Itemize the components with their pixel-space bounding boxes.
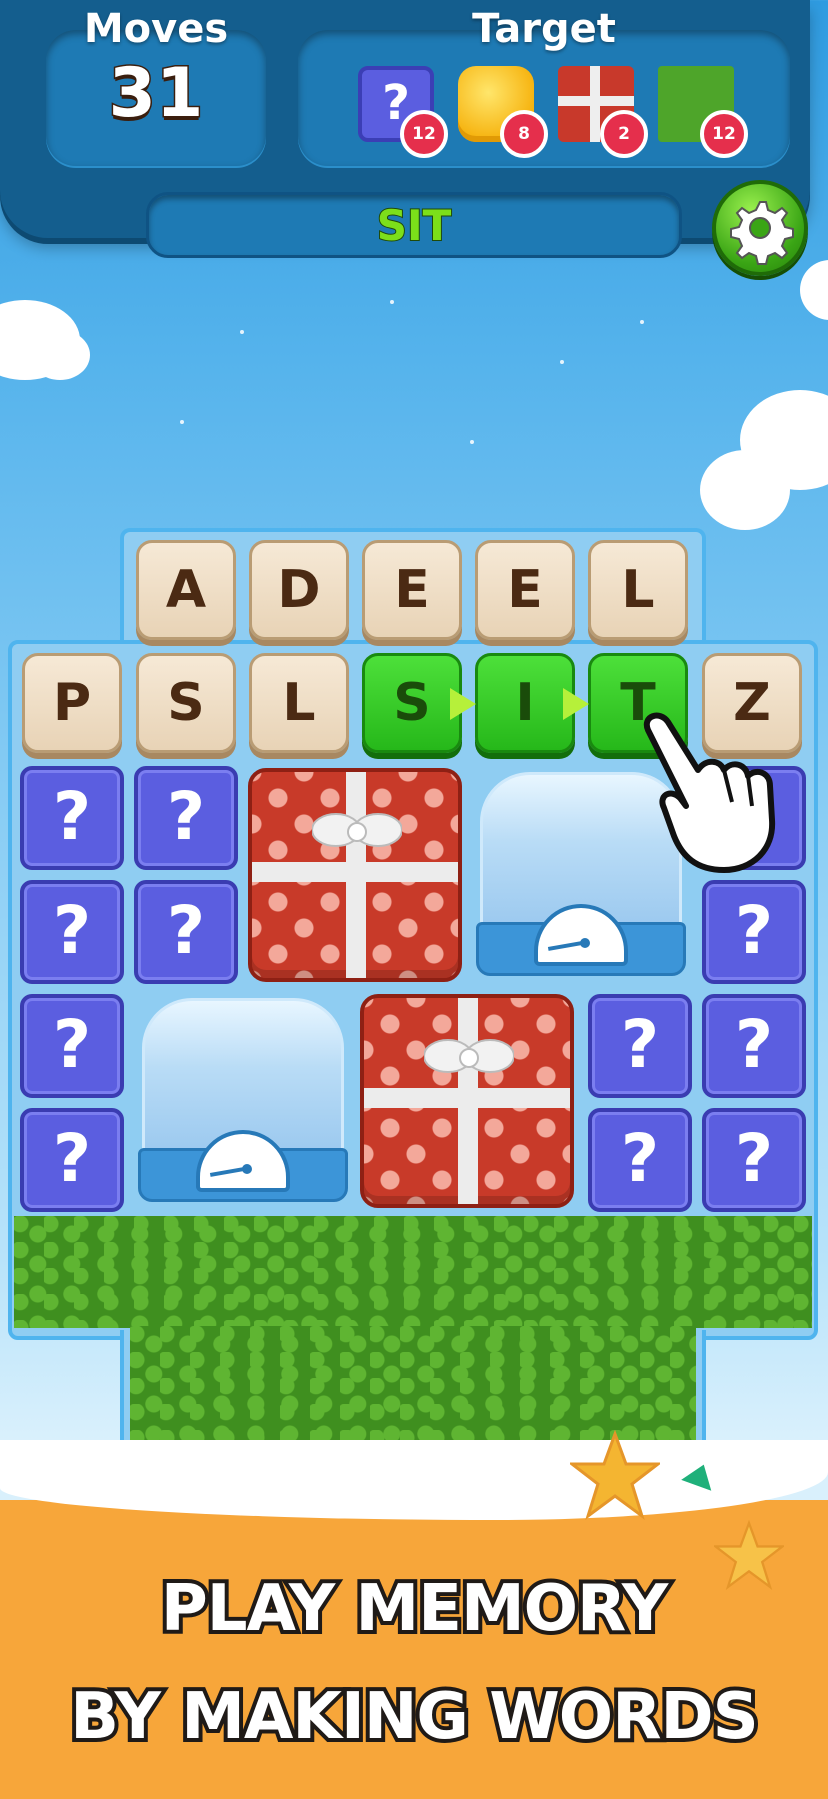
hidden-tile[interactable]: ? <box>588 1108 692 1212</box>
bow-icon <box>424 1039 514 1073</box>
current-word: SIT <box>376 200 453 251</box>
selected-letter-tile[interactable]: I <box>475 653 575 753</box>
target-count-badge: 8 <box>500 110 548 158</box>
pointing-hand-icon <box>643 712 776 873</box>
hidden-tile[interactable]: ? <box>20 1108 124 1212</box>
gift-box-block <box>248 768 462 982</box>
hidden-tile[interactable]: ? <box>20 766 124 870</box>
cloud <box>800 260 828 320</box>
star-sparkle <box>180 420 184 424</box>
star-sparkle <box>240 330 244 334</box>
star-sparkle <box>640 320 644 324</box>
cloud <box>700 450 790 530</box>
promo-line-2: BY MAKING WORDS <box>66 1676 762 1758</box>
gift-box-block <box>360 994 574 1208</box>
settings-button[interactable] <box>712 180 808 276</box>
hidden-tile[interactable]: ? <box>134 880 238 984</box>
target-label: Target <box>472 6 616 52</box>
letter-tile[interactable]: E <box>475 540 575 640</box>
letter-tile[interactable]: L <box>249 653 349 753</box>
hidden-tile[interactable]: ? <box>702 880 806 984</box>
hidden-tile[interactable]: ? <box>702 994 806 1098</box>
letter-tile[interactable]: E <box>362 540 462 640</box>
bow-icon <box>312 813 402 847</box>
grass-area <box>14 1216 812 1328</box>
letter-tile[interactable]: D <box>249 540 349 640</box>
grass-area <box>130 1326 696 1442</box>
path-arrow-icon <box>450 688 476 720</box>
letter-tile[interactable]: S <box>136 653 236 753</box>
star-sparkle <box>470 440 474 444</box>
star-sparkle <box>390 300 394 304</box>
target-count-badge: 2 <box>600 110 648 158</box>
hidden-tile[interactable]: ? <box>702 1108 806 1212</box>
hidden-tile[interactable]: ? <box>588 994 692 1098</box>
moves-counter: 31 <box>107 53 205 135</box>
target-count-badge: 12 <box>400 110 448 158</box>
star-sparkle <box>560 360 564 364</box>
moves-label: Moves <box>83 6 229 52</box>
glass-dome-block <box>138 998 348 1208</box>
promo-line-1: PLAY MEMORY <box>157 1568 672 1650</box>
selected-letter-tile[interactable]: S <box>362 653 462 753</box>
target-count-badge: 12 <box>700 110 748 158</box>
hidden-tile[interactable]: ? <box>134 766 238 870</box>
path-arrow-icon <box>563 688 589 720</box>
star-icon <box>570 1430 660 1520</box>
letter-tile[interactable]: A <box>136 540 236 640</box>
sand-background <box>0 1500 828 1799</box>
gear-icon <box>730 201 794 265</box>
hidden-tile[interactable]: ? <box>20 880 124 984</box>
hidden-tile[interactable]: ? <box>20 994 124 1098</box>
cloud <box>30 330 90 380</box>
letter-tile[interactable]: P <box>22 653 122 753</box>
letter-tile[interactable]: L <box>588 540 688 640</box>
